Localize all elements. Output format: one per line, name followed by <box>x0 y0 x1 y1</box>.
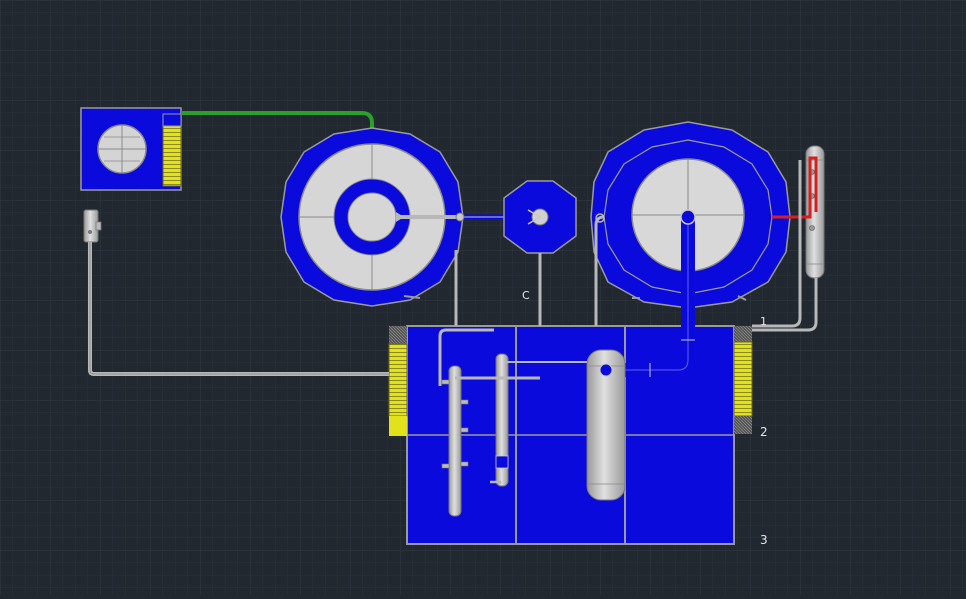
level-gauge-left[interactable] <box>83 209 102 243</box>
label-1: 1 <box>760 315 767 328</box>
label-c: C <box>522 289 530 302</box>
label-3: 3 <box>760 533 768 547</box>
label-2: 2 <box>760 425 768 439</box>
cad-viewport[interactable]: C 1 2 3 <box>0 0 966 595</box>
top-left-cooler-unit[interactable] <box>80 107 182 191</box>
small-octagon-tank[interactable] <box>503 180 577 254</box>
basin-vertical-drum[interactable] <box>586 349 626 501</box>
left-heat-exchanger-fins[interactable] <box>388 326 408 436</box>
right-heat-exchanger-fins[interactable] <box>733 326 753 434</box>
plant-layout-drawing: C 1 2 3 <box>0 0 966 595</box>
